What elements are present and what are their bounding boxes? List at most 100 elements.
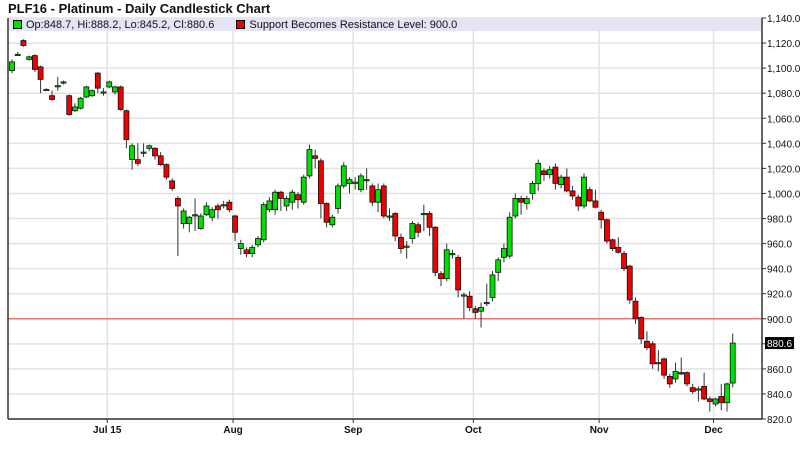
y-tick-label: 1,140.0 (767, 14, 800, 25)
candle-body (203, 205, 210, 216)
candle (152, 147, 158, 160)
candle (140, 143, 147, 158)
candle-body (689, 387, 696, 392)
candle (438, 271, 444, 287)
candle (66, 94, 73, 116)
candle (529, 180, 536, 200)
candle-body (546, 169, 553, 176)
candle (632, 297, 639, 324)
candle-body (243, 249, 250, 254)
x-tick-label: Nov (590, 425, 609, 436)
candle-body (523, 198, 530, 204)
candle (174, 195, 181, 257)
candle-body (386, 215, 393, 218)
candle (398, 233, 404, 254)
candle-body (443, 249, 450, 280)
candle-body (152, 147, 158, 157)
legend-swatch-level (236, 20, 246, 29)
candle (123, 109, 130, 149)
candle-body (603, 219, 610, 242)
candle (215, 203, 221, 219)
candle-body (255, 238, 261, 246)
candlestick-chart: 820.0840.0860.0880.0900.0920.0940.0960.0… (7, 14, 800, 436)
candle (501, 243, 507, 263)
candle-body (632, 300, 639, 320)
candle (506, 212, 513, 259)
candle-body (649, 343, 656, 365)
candle-body (197, 215, 204, 229)
candle-body (518, 198, 524, 203)
candle (375, 183, 381, 213)
candle (483, 283, 490, 307)
candle-body (100, 91, 107, 94)
candle-body (706, 398, 713, 402)
candle-body (420, 213, 427, 216)
candle (666, 373, 673, 388)
candle (558, 174, 565, 189)
candle (626, 264, 633, 304)
candle (678, 357, 685, 376)
candle (569, 185, 576, 200)
candle (20, 39, 27, 47)
candle-body (14, 53, 21, 56)
y-tick-label: 940.0 (767, 265, 792, 276)
y-tick-label: 1,020.0 (767, 164, 800, 175)
candle (134, 143, 141, 166)
candle (43, 88, 50, 92)
candle (14, 51, 21, 56)
candle-body (466, 295, 473, 308)
candle-body (581, 176, 587, 207)
candle (203, 202, 210, 216)
candle (455, 254, 462, 298)
candle-body (323, 203, 330, 223)
candle (443, 243, 450, 282)
x-tick-label: Aug (223, 425, 242, 436)
candle-body (180, 210, 187, 224)
candle (586, 187, 593, 203)
candle (363, 168, 370, 190)
candle-body (283, 198, 290, 207)
candle-body (112, 86, 118, 93)
candle (243, 247, 250, 258)
candle-body (729, 342, 736, 384)
candle-body (192, 214, 198, 217)
candle-body (129, 145, 136, 161)
candle-body (718, 396, 725, 404)
candle-body (598, 211, 605, 221)
x-tick-label: Sep (344, 425, 362, 436)
candles (9, 39, 736, 412)
candle-body (272, 191, 279, 211)
candle (426, 210, 433, 237)
candle-body (392, 213, 399, 237)
candle-body (329, 216, 336, 226)
candle-body (335, 185, 341, 209)
candle-body (672, 370, 679, 380)
candle-body (306, 149, 313, 177)
candle-body (638, 317, 645, 340)
candle (317, 158, 324, 219)
legend: Op:848.7, Hi:888.2, Lo:845.2, Cl:880.6 S… (9, 18, 761, 31)
candle-body (563, 176, 570, 192)
candle-body (209, 209, 216, 218)
candle-body (569, 190, 576, 197)
candle (306, 144, 313, 179)
candle (60, 80, 67, 85)
candle (9, 59, 15, 74)
candle (518, 195, 524, 215)
candle-body (586, 189, 593, 202)
candle (186, 215, 193, 233)
candle-body (174, 198, 181, 207)
candle (615, 237, 622, 254)
candle-body (455, 256, 462, 291)
candle (89, 89, 95, 97)
y-tick-label: 900.0 (767, 315, 792, 326)
candle-body (701, 386, 708, 400)
candle-body (626, 265, 633, 301)
candle-body (363, 179, 370, 182)
candle (489, 271, 496, 302)
candle (255, 236, 261, 248)
candle-body (426, 213, 433, 228)
candle-body (186, 216, 193, 224)
candle-body (169, 180, 176, 189)
candle (83, 85, 90, 99)
